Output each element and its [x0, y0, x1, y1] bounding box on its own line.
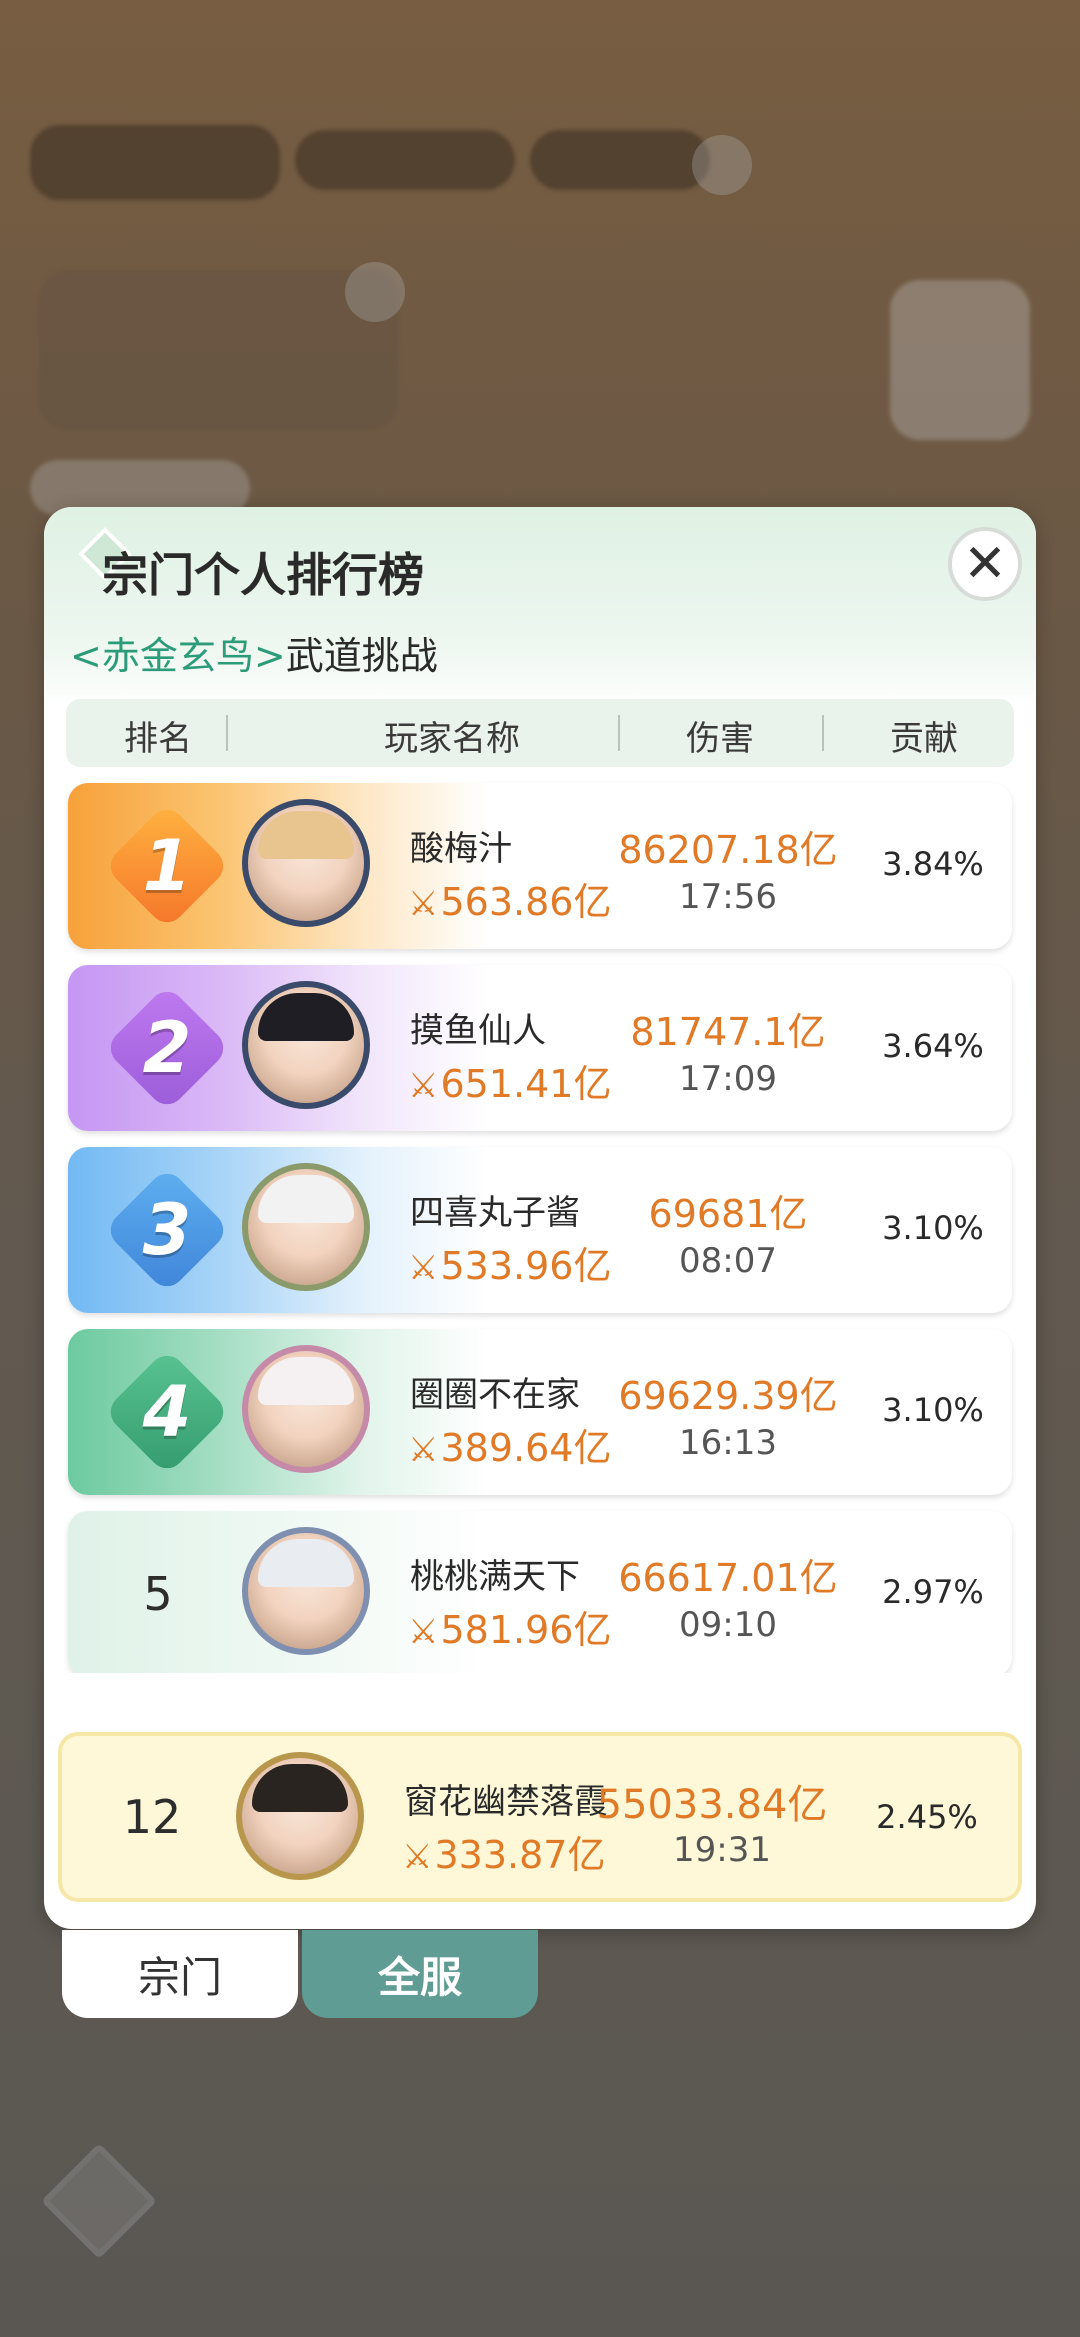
damage-value: 69629.39亿 — [618, 1374, 838, 1418]
crossed-swords-icon: ⚔ — [402, 1837, 433, 1877]
player-name: 摸鱼仙人 — [410, 1011, 546, 1051]
ranking-row[interactable]: 3 四喜丸子酱 ⚔533.96亿 69681亿 08:07 3.10% — [68, 1147, 1012, 1313]
avatar-hair — [258, 1539, 354, 1587]
contribution-value: 3.10% — [882, 1391, 984, 1429]
player-name: 圈圈不在家 — [410, 1375, 580, 1415]
modal-title: 宗门个人排行榜 — [102, 548, 424, 602]
avatar-hair — [258, 1357, 354, 1405]
ranking-row[interactable]: 4 圈圈不在家 ⚔389.64亿 69629.39亿 16:13 3.10% — [68, 1329, 1012, 1495]
combat-power-value: 389.64亿 — [440, 1426, 612, 1470]
contribution-value: 3.84% — [882, 845, 984, 883]
ranking-list[interactable]: 1 酸梅汁 ⚔563.86亿 86207.18亿 17:56 3.84% 2 摸… — [44, 773, 1036, 1673]
close-icon: ✕ — [963, 534, 1007, 594]
ranking-modal: 宗门个人排行榜 ✕ <赤金玄鸟>武道挑战 排名 玩家名称 伤害 贡献 1 酸梅汁… — [44, 507, 1036, 1929]
my-contribution-value: 2.45% — [876, 1798, 978, 1836]
ranking-row[interactable]: 2 摸鱼仙人 ⚔651.41亿 81747.1亿 17:09 3.64% — [68, 965, 1012, 1131]
crossed-swords-icon: ⚔ — [408, 1248, 439, 1288]
avatar[interactable] — [242, 1345, 370, 1473]
my-rank-number: 12 — [122, 1790, 182, 1844]
combat-power: ⚔533.96亿 — [408, 1235, 611, 1290]
avatar-hair — [258, 811, 354, 859]
contribution-value: 3.64% — [882, 1027, 984, 1065]
my-combat-power: ⚔333.87亿 — [402, 1824, 605, 1879]
rank-number: 2 — [142, 1007, 192, 1089]
header-divider — [822, 715, 824, 751]
crossed-swords-icon: ⚔ — [408, 1066, 439, 1106]
ranking-row[interactable]: 1 酸梅汁 ⚔563.86亿 86207.18亿 17:56 3.84% — [68, 783, 1012, 949]
record-time: 16:13 — [679, 1423, 777, 1463]
combat-power-value: 563.86亿 — [440, 880, 612, 924]
player-name: 桃桃满天下 — [410, 1557, 580, 1597]
my-rank-row[interactable]: 12 窗花幽禁落霞 ⚔333.87亿 55033.84亿 19:31 2.45% — [58, 1732, 1022, 1902]
tab-all-server[interactable]: 全服 — [302, 1930, 538, 2018]
event-subtitle: <赤金玄鸟>武道挑战 — [70, 625, 438, 680]
boss-name: <赤金玄鸟> — [70, 634, 286, 678]
combat-power: ⚔651.41亿 — [408, 1053, 611, 1108]
avatar-hair — [258, 1175, 354, 1223]
avatar[interactable] — [242, 1527, 370, 1655]
rank-number: 4 — [142, 1371, 192, 1453]
player-name: 酸梅汁 — [410, 829, 512, 869]
record-time: 17:09 — [679, 1059, 777, 1099]
tab-sect[interactable]: 宗门 — [62, 1930, 298, 2018]
avatar[interactable] — [242, 1163, 370, 1291]
combat-power: ⚔563.86亿 — [408, 871, 611, 926]
damage-value: 69681亿 — [648, 1192, 808, 1236]
my-combat-power-value: 333.87亿 — [434, 1833, 606, 1877]
damage-value: 66617.01亿 — [618, 1556, 838, 1600]
my-record-time: 19:31 — [673, 1830, 771, 1870]
header-divider — [618, 715, 620, 751]
contribution-value: 2.97% — [882, 1573, 984, 1611]
header-player: 玩家名称 — [384, 719, 520, 759]
player-name: 四喜丸子酱 — [410, 1193, 580, 1233]
table-header: 排名 玩家名称 伤害 贡献 — [66, 699, 1014, 767]
damage-value: 81747.1亿 — [630, 1010, 826, 1054]
combat-power-value: 581.96亿 — [440, 1608, 612, 1652]
mode-name: 武道挑战 — [285, 634, 438, 678]
avatar[interactable] — [242, 981, 370, 1109]
my-avatar[interactable] — [236, 1752, 364, 1880]
header-divider — [226, 715, 228, 751]
damage-value: 86207.18亿 — [618, 828, 838, 872]
combat-power-value: 651.41亿 — [440, 1062, 612, 1106]
combat-power-value: 533.96亿 — [440, 1244, 612, 1288]
record-time: 09:10 — [679, 1605, 777, 1645]
header-damage: 伤害 — [686, 719, 754, 759]
avatar-hair — [258, 993, 354, 1041]
close-button[interactable]: ✕ — [948, 527, 1022, 601]
crossed-swords-icon: ⚔ — [408, 1612, 439, 1652]
ranking-row[interactable]: 5 桃桃满天下 ⚔581.96亿 66617.01亿 09:10 2.97% — [68, 1511, 1012, 1673]
crossed-swords-icon: ⚔ — [408, 884, 439, 924]
avatar[interactable] — [242, 799, 370, 927]
avatar-hair — [252, 1764, 348, 1812]
rank-number: 1 — [142, 825, 192, 907]
record-time: 17:56 — [679, 877, 777, 917]
combat-power: ⚔389.64亿 — [408, 1417, 611, 1472]
header-rank: 排名 — [124, 719, 192, 759]
my-player-name: 窗花幽禁落霞 — [404, 1782, 608, 1822]
rank-number: 5 — [143, 1567, 173, 1621]
my-damage-value: 55033.84亿 — [596, 1782, 828, 1828]
combat-power: ⚔581.96亿 — [408, 1599, 611, 1654]
crossed-swords-icon: ⚔ — [408, 1430, 439, 1470]
header-contribution: 贡献 — [890, 719, 958, 759]
contribution-value: 3.10% — [882, 1209, 984, 1247]
rank-number: 3 — [142, 1189, 192, 1271]
record-time: 08:07 — [679, 1241, 777, 1281]
